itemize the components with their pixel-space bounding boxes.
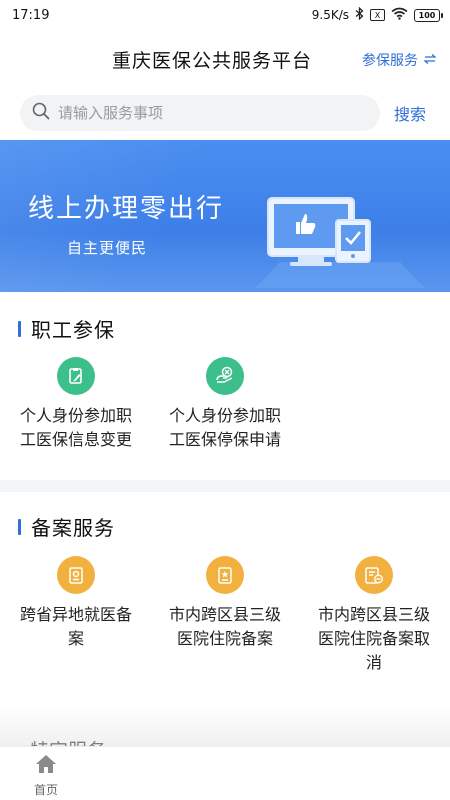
search-icon	[32, 102, 50, 124]
service-label: 个人身份参加职 工医保停保申请	[168, 406, 281, 449]
section-divider	[0, 480, 450, 492]
banner-subtitle: 自主更便民	[67, 239, 148, 257]
section-filing-services: 备案服务 跨省异地就医备 案 市内跨区县三级 医院住院备案 市内跨区县三级 医院…	[0, 492, 450, 706]
section-specific-services-partial: 特定服务	[0, 706, 450, 746]
service-cross-province-filing[interactable]: 跨省异地就医备 案	[6, 556, 146, 651]
service-label: 市内跨区县三级 医院住院备案取 消	[317, 605, 430, 672]
location-doc-icon	[57, 556, 95, 594]
bottom-tab-bar: 首页	[0, 746, 450, 800]
net-speed: 9.5K/s	[311, 8, 349, 22]
edit-doc-icon	[57, 357, 95, 395]
stop-cancel-icon	[206, 357, 244, 395]
section-accent-bar	[18, 320, 21, 337]
computer-thumbs-up-illustration	[250, 170, 430, 292]
app-header: 重庆医保公共服务平台 参保服务	[0, 42, 450, 82]
section-accent-bar	[18, 518, 21, 535]
bluetooth-icon	[355, 6, 364, 23]
section-employee-insurance: 职工参保 个人身份参加职 工医保信息变更 个人身份参加职 工医保停保申请	[0, 292, 450, 480]
section-title: 特定服务	[30, 736, 106, 746]
search-input[interactable]	[58, 104, 358, 122]
section-title: 职工参保	[31, 318, 115, 342]
service-label: 市内跨区县三级 医院住院备案	[168, 605, 281, 648]
service-employee-info-change[interactable]: 个人身份参加职 工医保信息变更	[6, 357, 146, 452]
home-icon	[34, 755, 58, 779]
banner-title: 线上办理零出行	[28, 194, 225, 224]
tab-home-label: 首页	[33, 783, 58, 797]
battery-icon: 100	[414, 8, 443, 22]
service-intra-city-hospital-filing[interactable]: 市内跨区县三级 医院住院备案	[155, 556, 295, 651]
search-bar	[20, 95, 380, 131]
service-label: 个人身份参加职 工医保信息变更	[19, 406, 132, 449]
insurance-service-label: 参保服务	[362, 53, 418, 69]
tab-home[interactable]: 首页	[24, 753, 68, 798]
insurance-service-switch[interactable]: 参保服务	[362, 50, 437, 70]
doc-cancel-icon	[355, 556, 393, 594]
promo-banner[interactable]: 线上办理零出行 自主更便民	[0, 140, 450, 292]
status-indicators: 9.5K/s X 100	[311, 6, 443, 23]
sim-icon: X	[370, 9, 385, 21]
service-intra-city-hospital-filing-cancel[interactable]: 市内跨区县三级 医院住院备案取 消	[304, 556, 444, 675]
page-title: 重庆医保公共服务平台	[112, 50, 313, 72]
status-bar: 17:19 9.5K/s X 100	[0, 0, 450, 30]
section-title: 备案服务	[31, 516, 115, 540]
wifi-icon	[391, 7, 408, 23]
star-doc-icon	[206, 556, 244, 594]
section-header: 职工参保	[18, 314, 115, 343]
service-label: 跨省异地就医备 案	[19, 605, 132, 648]
service-employee-stop-request[interactable]: 个人身份参加职 工医保停保申请	[155, 357, 295, 452]
section-header: 备案服务	[18, 512, 115, 541]
search-button[interactable]: 搜索	[394, 101, 426, 125]
status-time: 17:19	[12, 7, 50, 23]
switch-arrows-icon	[423, 52, 437, 68]
